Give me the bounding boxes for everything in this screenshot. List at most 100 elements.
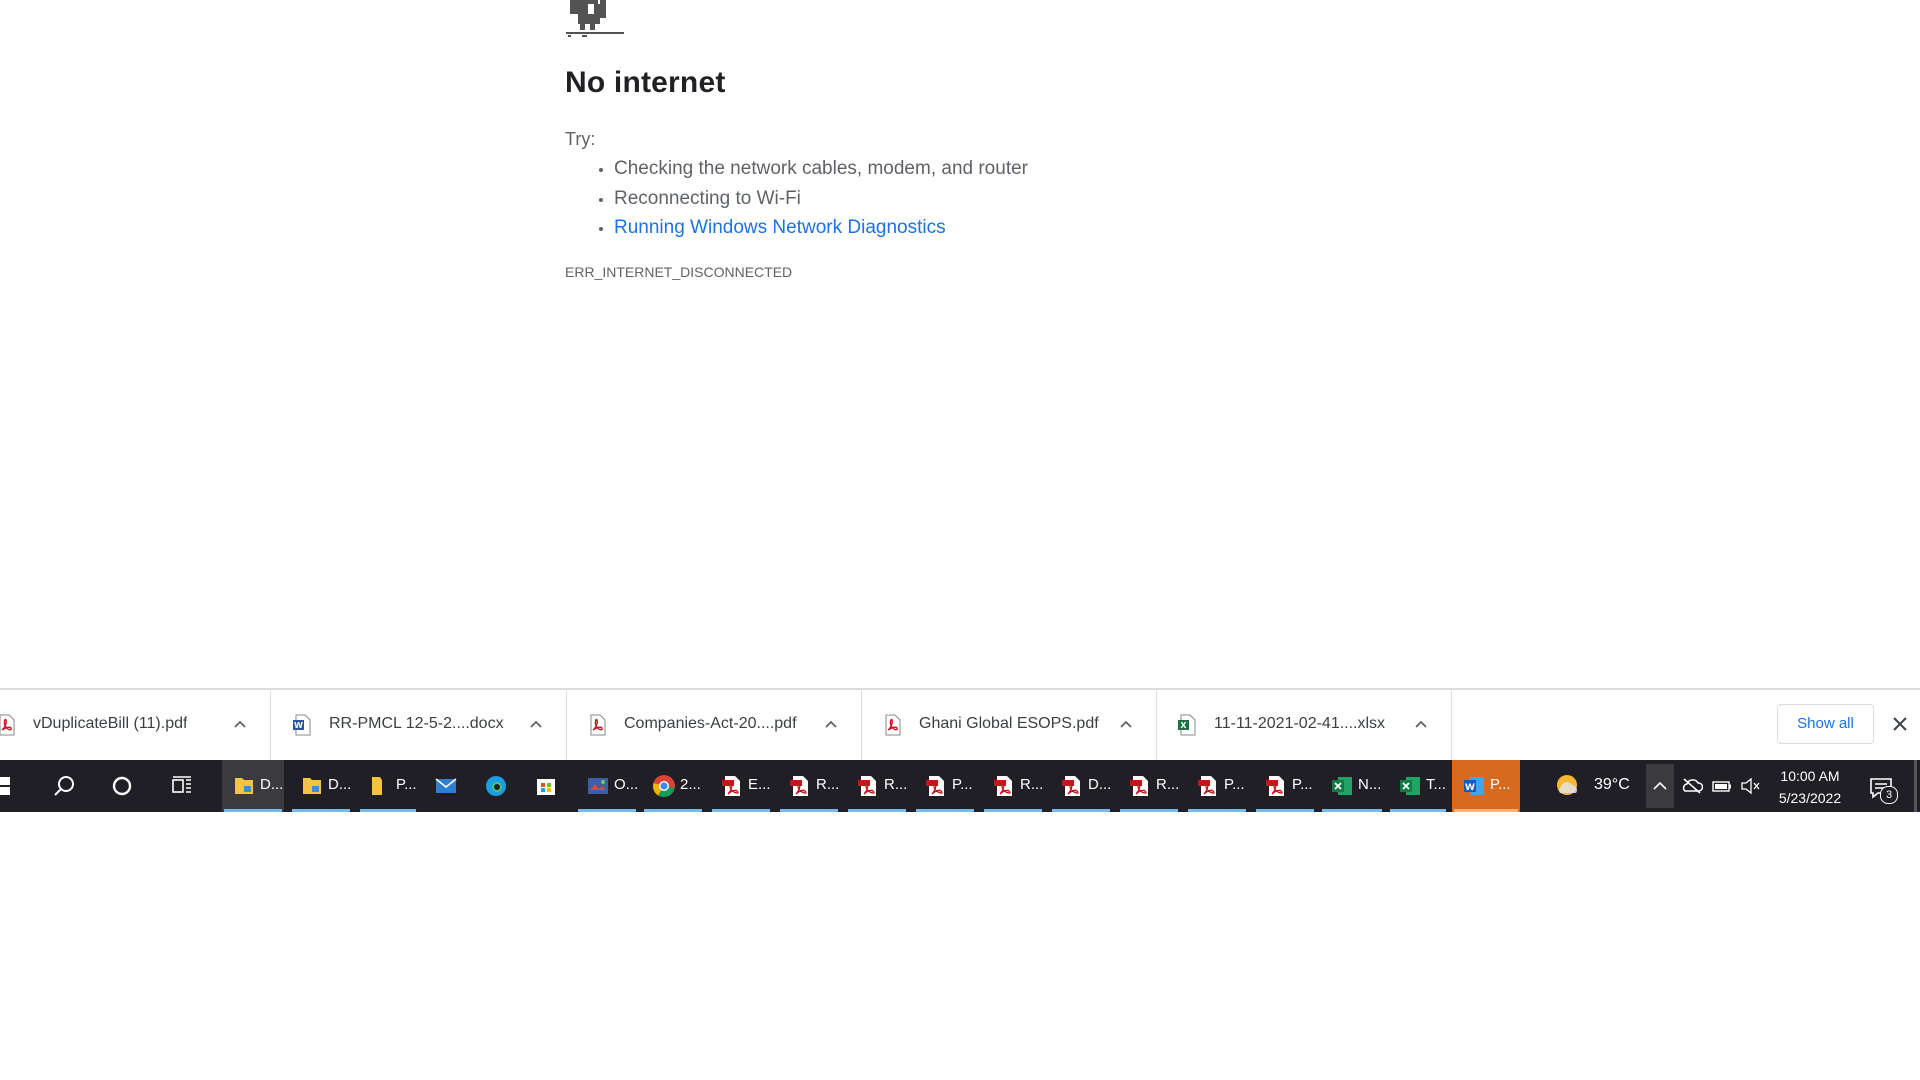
excel-icon [1400, 777, 1420, 795]
taskbar: D... D... P... O... 2... E... R... R... … [0, 760, 1920, 812]
mail-icon [435, 778, 457, 793]
chevron-up-icon[interactable] [527, 715, 545, 733]
pdf-file-icon [885, 714, 901, 736]
download-item[interactable]: vDuplicateBill (11).pdf [0, 690, 271, 760]
app-label: D... [1088, 776, 1112, 793]
app-label: E... [748, 776, 771, 793]
svg-text:X: X [1180, 721, 1187, 730]
download-filename: RR-PMCL 12-5-2....docx [329, 715, 504, 732]
download-filename: vDuplicateBill (11).pdf [33, 715, 188, 732]
app-label: R... [884, 776, 908, 793]
app-label: 2... [680, 776, 701, 793]
download-item[interactable]: Ghani Global ESOPS.pdf [862, 690, 1157, 760]
taskbar-app-pdf[interactable]: R... [982, 760, 1044, 812]
svg-text:W: W [294, 721, 303, 730]
pdf-icon [858, 776, 876, 796]
try-label: Try: [565, 129, 596, 149]
onedrive-icon[interactable] [1681, 776, 1703, 796]
taskbar-app-photos[interactable]: O... [576, 760, 638, 812]
pdf-icon [926, 776, 944, 796]
pdf-icon [1266, 776, 1284, 796]
word-icon: W [1464, 777, 1484, 795]
taskbar-app-mail[interactable] [424, 760, 470, 812]
app-label: D... [260, 776, 284, 793]
taskbar-app-pdf[interactable]: E... [710, 760, 772, 812]
pdf-icon [790, 776, 808, 796]
app-label: P... [952, 776, 973, 793]
network-diagnostics-link[interactable]: Running Windows Network Diagnostics [614, 217, 946, 238]
taskbar-app-store[interactable] [524, 760, 570, 812]
search-button[interactable] [40, 760, 88, 812]
suggestion-item: Running Windows Network Diagnostics [614, 213, 1214, 243]
taskbar-app-chrome[interactable]: 2... [642, 760, 704, 812]
dinosaur-icon [566, 0, 624, 37]
taskbar-app-pdf[interactable]: D... [1050, 760, 1112, 812]
page-title: No internet [565, 66, 726, 99]
taskbar-app-folder[interactable]: P... [358, 760, 418, 812]
taskbar-app-file-explorer[interactable]: D... [222, 760, 284, 812]
running-indicator [1322, 809, 1382, 812]
close-icon[interactable] [1890, 714, 1910, 734]
running-indicator [1052, 809, 1110, 812]
running-indicator [712, 809, 770, 812]
taskbar-app-pdf[interactable]: P... [914, 760, 976, 812]
taskbar-app-edge[interactable] [474, 760, 520, 812]
start-button[interactable] [0, 760, 20, 812]
running-indicator [292, 809, 350, 812]
taskbar-app-pdf[interactable]: R... [846, 760, 908, 812]
taskbar-app-pdf[interactable]: R... [778, 760, 840, 812]
running-indicator [224, 809, 282, 812]
running-indicator [1188, 809, 1246, 812]
pdf-icon [1062, 776, 1080, 796]
app-label: P... [1490, 776, 1511, 793]
taskbar-app-pdf[interactable]: P... [1254, 760, 1316, 812]
app-label: P... [1224, 776, 1245, 793]
download-item[interactable]: Companies-Act-20....pdf [567, 690, 862, 760]
running-indicator [578, 809, 636, 812]
running-indicator [1256, 809, 1314, 812]
running-indicator [1390, 809, 1446, 812]
pdf-icon [1198, 776, 1216, 796]
show-desktop-button[interactable] [1914, 760, 1917, 812]
edge-icon [486, 776, 506, 796]
task-view-button[interactable] [158, 760, 206, 812]
clock[interactable]: 10:00 AM 5/23/2022 [1760, 765, 1860, 809]
taskbar-app-file-explorer[interactable]: D... [290, 760, 352, 812]
download-item[interactable]: W RR-PMCL 12-5-2....docx [272, 690, 567, 760]
running-indicator [1454, 809, 1518, 812]
show-all-button[interactable]: Show all [1777, 704, 1874, 744]
taskbar-app-excel[interactable]: N... [1320, 760, 1384, 812]
app-label: R... [1156, 776, 1180, 793]
chrome-icon [652, 775, 675, 798]
download-filename: 11-11-2021-02-41....xlsx [1214, 715, 1386, 732]
chevron-up-icon[interactable] [1412, 715, 1430, 733]
running-indicator [848, 809, 906, 812]
chevron-up-icon[interactable] [1117, 715, 1135, 733]
app-label: P... [396, 776, 417, 793]
excel-file-icon: X [1178, 714, 1196, 736]
cortana-button[interactable] [98, 760, 146, 812]
suggestions-list: Checking the network cables, modem, and … [564, 154, 1214, 243]
chevron-up-icon[interactable] [231, 715, 249, 733]
running-indicator [916, 809, 974, 812]
taskbar-app-excel[interactable]: T... [1388, 760, 1448, 812]
volume-muted-icon[interactable] [1740, 776, 1762, 796]
chevron-up-icon [1653, 781, 1667, 790]
battery-icon[interactable] [1711, 776, 1733, 796]
error-code: ERR_INTERNET_DISCONNECTED [565, 264, 793, 280]
taskbar-app-pdf[interactable]: R... [1118, 760, 1180, 812]
taskbar-app-word[interactable]: W P... [1452, 760, 1520, 812]
download-item[interactable]: X 11-11-2021-02-41....xlsx [1157, 690, 1452, 760]
pdf-file-icon [0, 714, 15, 736]
taskbar-app-pdf[interactable]: P... [1186, 760, 1248, 812]
store-icon [537, 779, 555, 795]
clock-date: 5/23/2022 [1778, 790, 1842, 806]
chevron-up-icon[interactable] [822, 715, 840, 733]
running-indicator [644, 809, 702, 812]
running-indicator [1120, 809, 1178, 812]
suggestion-item: Checking the network cables, modem, and … [614, 154, 1214, 184]
folder-icon [372, 777, 382, 795]
show-hidden-icons-button[interactable] [1646, 764, 1674, 808]
photo-app-icon [588, 778, 608, 794]
weather-widget[interactable]: 39°C [1550, 760, 1630, 812]
